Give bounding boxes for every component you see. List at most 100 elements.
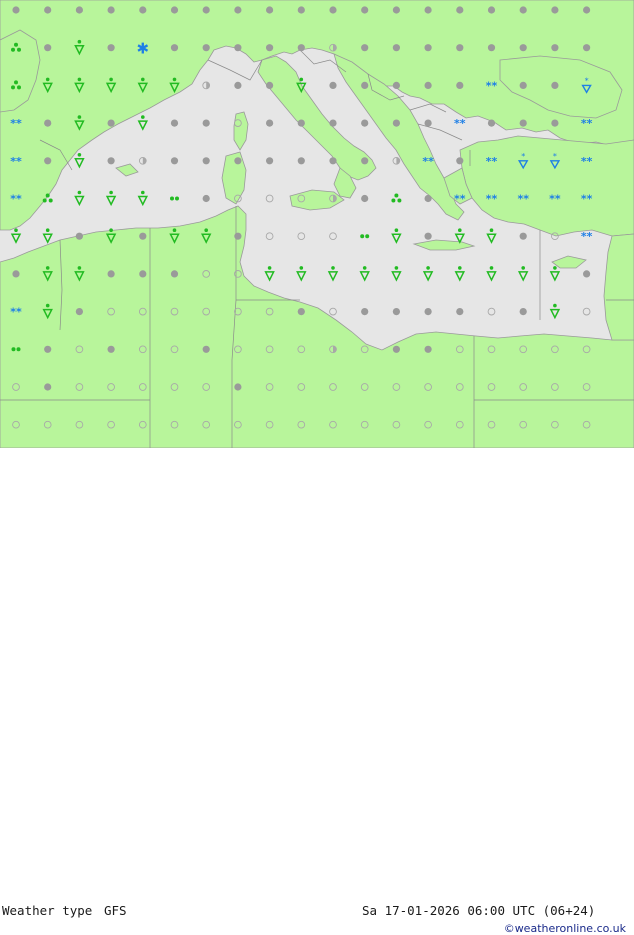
rain-dot: [17, 85, 21, 90]
shower-dot: [331, 266, 335, 270]
overcast-symbol: [139, 232, 147, 240]
shower-dot: [394, 266, 399, 270]
overcast-symbol: [297, 157, 305, 165]
snow-symbol: **: [581, 155, 593, 168]
cloud-dot: [170, 157, 179, 165]
rain-dot: [48, 198, 53, 203]
overcast-symbol: [551, 119, 559, 127]
snow-symbol: **: [454, 117, 466, 130]
drizzle-dot: [175, 196, 179, 201]
cloud-dot: [75, 308, 83, 316]
overcast-symbol: [139, 6, 147, 14]
overcast-symbol: [424, 6, 432, 14]
cloud-dot: [361, 81, 369, 89]
cloud-dot: [361, 194, 369, 203]
shower-dot: [426, 266, 430, 270]
shower-dot: [299, 266, 304, 270]
overcast-symbol: [202, 119, 210, 127]
snow-symbol: **: [581, 117, 593, 130]
cloud-dot: [519, 232, 527, 240]
overcast-symbol: [107, 345, 115, 353]
overcast-symbol: [266, 81, 274, 89]
heavy-snow-star: ✱: [137, 40, 150, 58]
snow-stars: **: [10, 193, 22, 206]
overcast-symbol: [297, 6, 305, 14]
snow-symbol: **: [10, 193, 22, 206]
cloud-dot: [202, 345, 210, 353]
site-credit-link[interactable]: ©weatheronline.co.uk: [504, 922, 626, 935]
overcast-symbol: [487, 44, 496, 52]
overcast-symbol: [424, 44, 432, 52]
cloud-dot: [551, 81, 559, 89]
rain-dot: [391, 198, 396, 203]
overcast-symbol: [170, 6, 179, 14]
cloud-dot: [456, 44, 464, 52]
shower-dot: [204, 228, 208, 232]
overcast-symbol: [361, 119, 369, 127]
overcast-symbol: [44, 345, 52, 353]
shower-dot: [394, 228, 399, 232]
rain-dot: [11, 85, 15, 90]
snow-stars: **: [486, 193, 498, 206]
overcast-symbol: [583, 270, 591, 278]
shower-dot: [141, 115, 145, 119]
snow-symbol: **: [581, 193, 593, 206]
overcast-symbol: [170, 119, 179, 127]
overcast-symbol: [12, 6, 20, 14]
shower-dot: [141, 77, 145, 82]
overcast-symbol: [361, 157, 369, 165]
overcast-symbol: [551, 44, 559, 52]
snow-stars: **: [581, 155, 593, 168]
overcast-symbol: [519, 308, 527, 316]
overcast-symbol: [456, 81, 464, 89]
cloud-dot: [107, 270, 115, 278]
cloud-dot: [519, 81, 527, 89]
overcast-symbol: [75, 6, 83, 14]
overcast-symbol: [329, 157, 337, 165]
drizzle-dot: [360, 234, 365, 239]
drizzle-dot: [11, 347, 16, 352]
overcast-symbol: [202, 44, 210, 52]
cloud-dot: [234, 157, 242, 165]
overcast-symbol: [202, 194, 210, 203]
overcast-symbol: [487, 6, 496, 14]
overcast-symbol: [107, 157, 115, 165]
cloud-dot: [234, 383, 242, 391]
rain-dot: [42, 198, 47, 203]
heavy-snow-symbol: ✱: [137, 40, 150, 58]
cloud-dot: [202, 6, 210, 14]
snow-symbol: **: [549, 193, 561, 206]
shower-dot: [45, 77, 50, 82]
cloud-dot: [392, 81, 400, 89]
overcast-symbol: [234, 6, 242, 14]
shower-dot: [267, 266, 272, 270]
cloud-dot: [297, 6, 305, 14]
snow-stars: **: [517, 193, 529, 206]
shower-dot: [77, 266, 82, 270]
cloud-dot: [44, 345, 52, 353]
rain-dot: [11, 47, 15, 52]
weather-map: ✱ ** * ** ** ** ** ** ** * * ** ** ** ** ** ** ** ** **: [0, 0, 634, 448]
overcast-symbol: [424, 308, 432, 316]
cloud-dot: [456, 6, 464, 14]
cloud-dot: [329, 81, 337, 89]
snow-stars: **: [581, 230, 593, 243]
overcast-symbol: [392, 81, 400, 89]
rain-dot: [17, 47, 21, 52]
cloud-dot: [487, 44, 496, 52]
model-label: GFS: [104, 903, 127, 918]
cloud-dot: [75, 6, 83, 14]
overcast-symbol: [456, 6, 464, 14]
drizzle-dot: [170, 196, 174, 201]
rain-dot: [394, 193, 399, 198]
legend-bar: Weather type GFS Sa 17-01-2026 06:00 UTC…: [0, 448, 634, 935]
shower-dot: [77, 153, 82, 157]
shower-dot: [172, 228, 177, 232]
overcast-symbol: [202, 157, 210, 165]
overcast-symbol: [234, 232, 242, 240]
overcast-symbol: [424, 119, 432, 127]
cloud-dot: [424, 232, 432, 240]
shower-dot: [489, 228, 494, 232]
shower-dot: [109, 228, 113, 232]
cloud-dot: [424, 308, 432, 316]
